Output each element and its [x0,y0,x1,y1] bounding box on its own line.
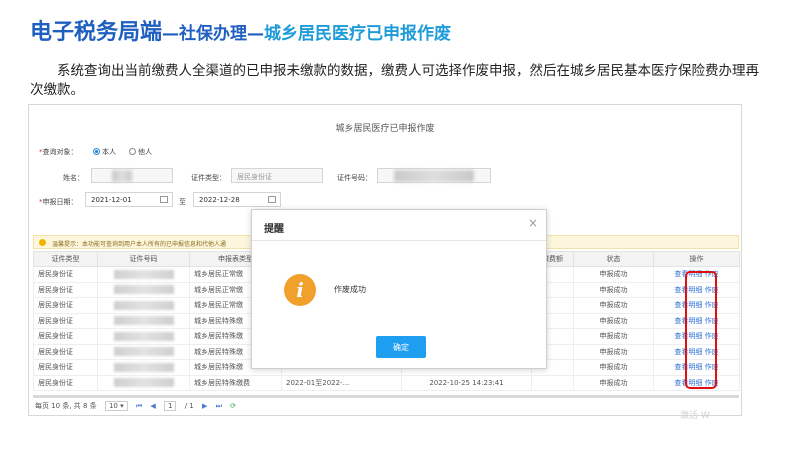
redacted-id-number [113,331,174,341]
radio-unchecked-icon [129,148,136,155]
table-row: 居民身份证 城乡居民特殊缴费 2022-01至2022-... 2022-10-25 … [33,374,740,391]
pager-summary: 每页 10 条, 共 8 条 [35,402,97,410]
warning-icon [39,239,46,246]
activation-watermark: 激活 W [680,411,710,421]
cell-id-number [97,359,190,376]
id-type-label: 证件类型： [191,174,226,182]
name-field[interactable] [91,168,173,183]
refresh-icon[interactable]: ⟳ [230,402,236,410]
pagination: 每页 10 条, 共 8 条 10 ▾ ⏮ ◀ 1 / 1 ▶ ⏭ ⟳ [35,401,242,411]
cell-id-type: 居民身份证 [33,374,98,391]
slide-description: 系统查询出当前缴费人全渠道的已申报未缴款的数据，缴费人可选择作废申报，然后在城乡… [30,63,759,98]
page-title: 城乡居民医疗已申报作废 [335,124,435,134]
date-label: *申报日期： [39,198,78,206]
prev-page-icon[interactable]: ◀ [150,402,155,410]
cell-date: 2022-10-25 14:23:41 [401,374,532,391]
close-icon[interactable]: × [528,216,538,230]
dialog-title: 提醒 [264,224,284,235]
slide-title: 电子税务局端—社保办理—城乡居民医疗已申报作废 [30,14,451,50]
cell-amount [531,374,574,391]
redacted-id-number [113,300,174,310]
cell-id-type: 居民身份证 [33,297,98,314]
column-header: 操作 [653,251,740,267]
id-type-field[interactable]: 居民身份证 [231,168,323,183]
cell-status: 申报成功 [573,374,654,391]
redacted-id-number [113,269,174,279]
redacted-id-number [394,170,474,182]
app-screenshot: 城乡居民医疗已申报作废 *查询对象： 本人 他人 姓名： 证件类型： 居民身份证… [28,104,742,416]
cell-status: 申报成功 [573,297,654,314]
next-page-icon[interactable]: ▶ [202,402,207,410]
cell-id-type: 居民身份证 [33,343,98,360]
dialog-divider [252,240,546,241]
redacted-id-number [113,347,174,357]
cell-id-type: 居民身份证 [33,281,98,298]
cell-status: 申报成功 [573,312,654,329]
cell-id-type: 居民身份证 [33,359,98,376]
cell-status: 申报成功 [573,359,654,376]
radio-self[interactable]: 本人 [93,147,116,157]
cell-status: 申报成功 [573,281,654,298]
cell-status: 申报成功 [573,343,654,360]
info-icon: i [284,274,316,306]
radio-other[interactable]: 他人 [129,147,152,157]
title-main: 电子税务局端 [30,20,163,45]
title-separator: — [162,24,180,44]
redacted-id-number [113,285,174,295]
cell-id-number [97,281,190,298]
cell-id-type: 居民身份证 [33,312,98,329]
calendar-icon[interactable] [268,196,276,203]
cell-id-number [97,374,190,391]
date-from-input[interactable]: 2021-12-01 [85,192,173,207]
cell-id-number [97,312,190,329]
cell-id-type: 居民身份证 [33,328,98,345]
dialog-message: 作废成功 [334,285,366,294]
radio-checked-icon [93,148,100,155]
date-to-input[interactable]: 2022-12-28 [193,192,281,207]
last-page-icon[interactable]: ⏭ [216,402,222,410]
cell-id-number [97,266,190,283]
cell-id-number [97,343,190,360]
redacted-name [112,170,132,182]
date-range-separator: 至 [179,198,186,206]
cell-period: 2022-01至2022-... [281,374,402,391]
title-section: 社保办理 [179,24,248,44]
cell-id-number [97,328,190,345]
cell-status: 申报成功 [573,266,654,283]
calendar-icon[interactable] [160,196,168,203]
redacted-id-number [113,378,174,388]
first-page-icon[interactable]: ⏮ [136,402,142,410]
redacted-id-number [113,316,174,326]
cell-form-type: 城乡居民特殊缴费 [189,374,282,391]
id-number-field[interactable] [377,168,491,183]
name-label: 姓名： [63,174,84,182]
page-size-select[interactable]: 10 ▾ [104,401,128,411]
title-separator: — [247,24,265,44]
highlight-box [685,271,717,389]
confirm-button[interactable]: 确定 [376,336,426,358]
title-topic: 城乡居民医疗已申报作废 [264,24,452,44]
column-header: 证件号码 [97,251,190,267]
cell-id-type: 居民身份证 [33,266,98,283]
column-header: 状态 [573,251,654,267]
query-target-label: *查询对象： [39,148,78,156]
horizontal-scrollbar[interactable] [33,395,739,398]
cell-status: 申报成功 [573,328,654,345]
reminder-dialog: 提醒 × i 作废成功 确定 [251,209,547,369]
cell-id-number [97,297,190,314]
id-number-label: 证件号码： [337,174,372,182]
column-header: 证件类型 [33,251,98,267]
page-number-input[interactable]: 1 [164,401,177,411]
redacted-id-number [113,362,174,372]
page-total: / 1 [184,402,194,410]
